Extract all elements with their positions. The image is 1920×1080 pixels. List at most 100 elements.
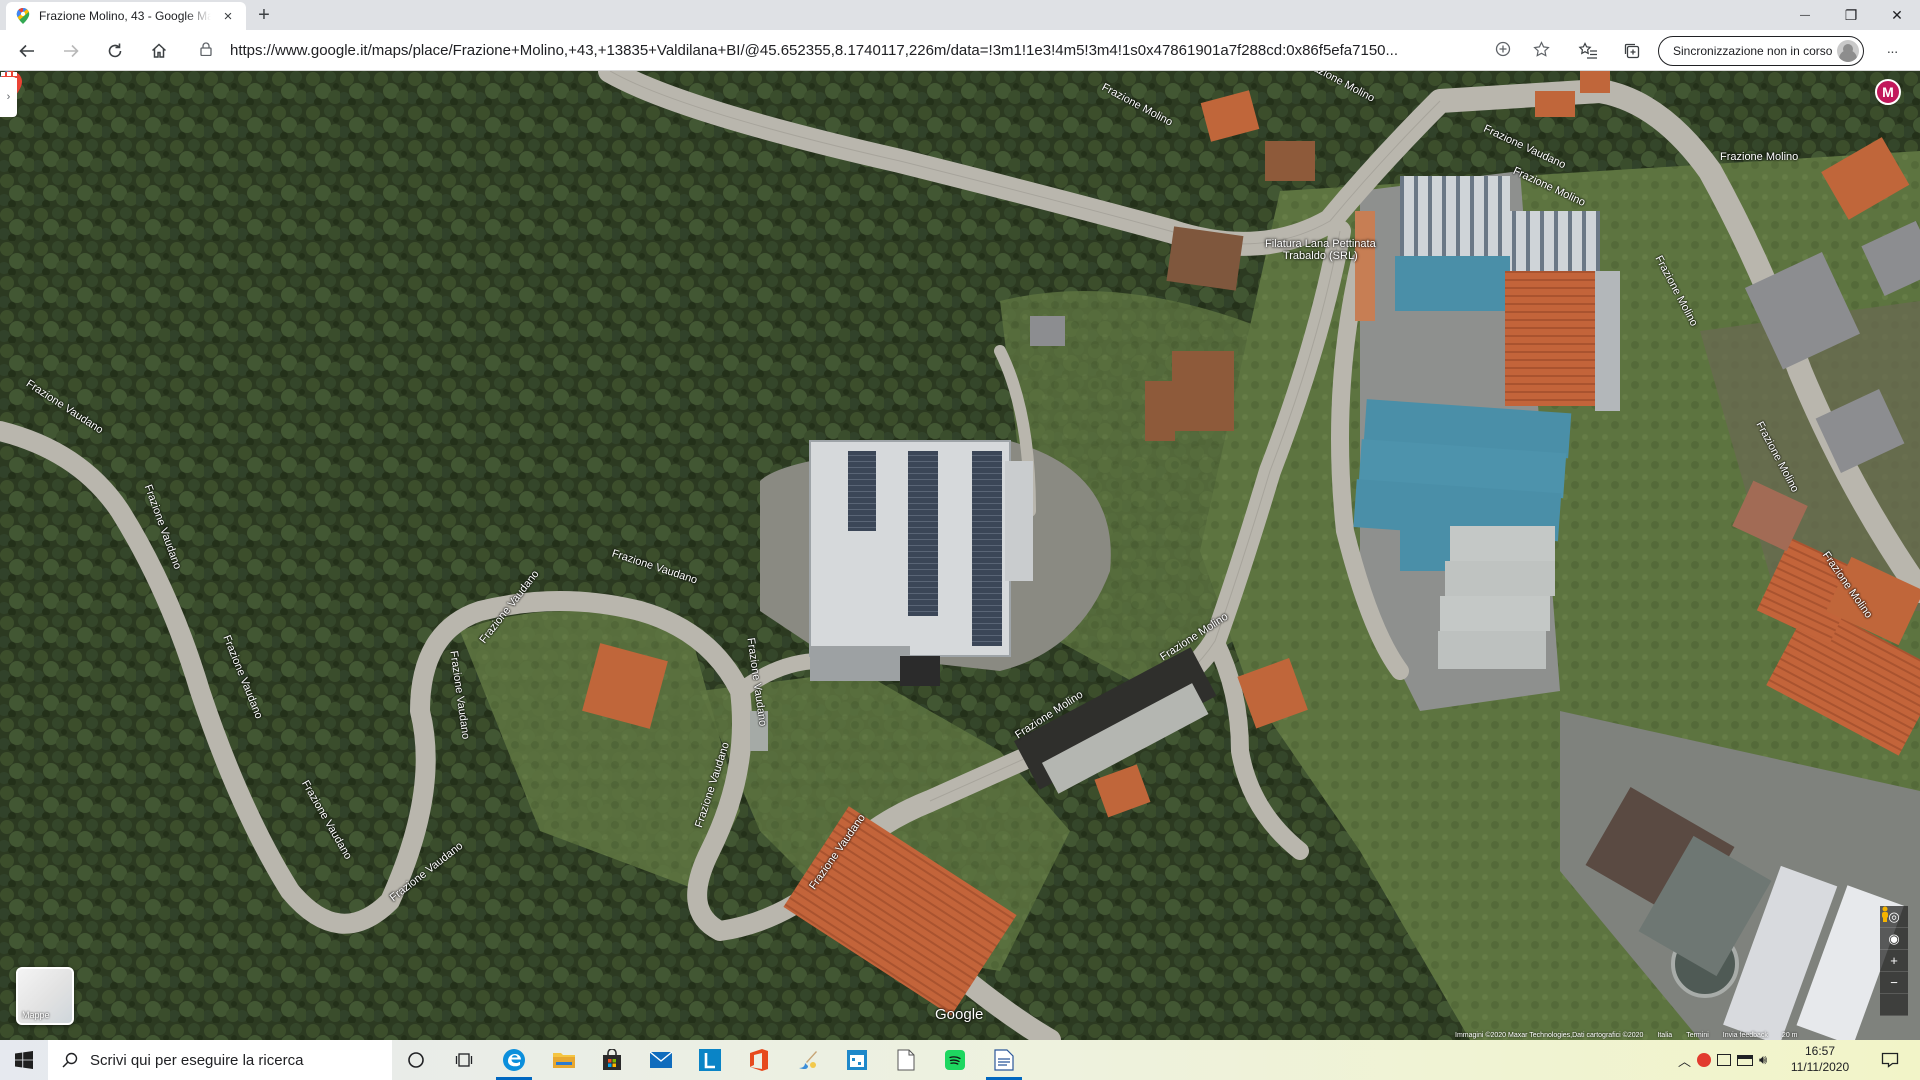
paint-icon (799, 1051, 817, 1070)
collections-icon (1624, 43, 1640, 59)
map-layers-button[interactable]: Mappe (16, 967, 74, 1025)
notification-icon (1881, 1052, 1899, 1068)
home-button[interactable] (144, 36, 174, 66)
windows-taskbar: Scrivi qui per eseguire la ricerca ︿ 🔊︎ … (0, 1040, 1920, 1080)
new-tab-button[interactable]: + (252, 4, 276, 28)
taskbar-spotify[interactable] (931, 1040, 979, 1080)
zoom-out-button[interactable]: − (1880, 972, 1908, 994)
taskbar-calendar-app[interactable] (833, 1040, 881, 1080)
taskbar-mail[interactable] (637, 1040, 685, 1080)
calendar-app-icon (847, 1050, 867, 1070)
taskbar-paint[interactable] (784, 1040, 832, 1080)
taskbar-edge[interactable] (490, 1040, 538, 1080)
task-view-button[interactable] (440, 1040, 488, 1080)
chevron-up-icon[interactable]: ︿ (1678, 1051, 1691, 1070)
pegman-icon (1882, 906, 1888, 922)
close-window-button[interactable]: ✕ (1874, 0, 1920, 30)
profile-avatar-icon (1837, 40, 1859, 62)
favorites-list-icon (1578, 42, 1597, 59)
mail-icon (649, 1051, 673, 1068)
search-icon (62, 1052, 78, 1068)
more-horizontal-icon: ··· (1886, 43, 1899, 59)
minimize-icon: — (1800, 9, 1810, 21)
taskbar-search[interactable]: Scrivi qui per eseguire la ricerca (48, 1040, 392, 1080)
clock-time: 16:57 (1804, 1044, 1836, 1058)
forward-button[interactable] (56, 36, 86, 66)
terms-link[interactable]: Termini (1686, 1032, 1709, 1040)
cortana-circle-icon (408, 1052, 424, 1068)
poi-label[interactable]: Filatura Lana Pettinata Trabaldo (SRL) (1265, 238, 1376, 262)
document-app-icon (994, 1049, 1014, 1071)
taskbar-word-document[interactable] (980, 1040, 1028, 1080)
poi-name-line2: Trabaldo (SRL) (1282, 250, 1358, 262)
start-button[interactable] (0, 1040, 48, 1080)
taskbar-l-app[interactable] (686, 1040, 734, 1080)
l-app-icon (699, 1049, 721, 1071)
taskbar-office[interactable] (735, 1040, 783, 1080)
my-location-icon: ◉ (1888, 930, 1900, 946)
scale-bar[interactable]: 20 m (1782, 1032, 1818, 1040)
taskbar-clock[interactable]: 16:57 11/11/2020 (1782, 1043, 1858, 1075)
layers-label: Mappe (22, 1010, 50, 1020)
road-label: Frazione Molino (1720, 151, 1799, 163)
taskbar-notepad[interactable] (882, 1040, 930, 1080)
restore-window-button[interactable]: ❐ (1828, 0, 1874, 30)
tab-google-maps[interactable]: Frazione Molino, 43 - Google Maps × (6, 2, 246, 30)
add-app-icon[interactable] (1492, 38, 1514, 60)
windows-logo-icon (15, 1051, 33, 1069)
store-bag-icon (603, 1049, 621, 1070)
system-tray: ︿ 🔊︎ (1678, 1040, 1767, 1080)
refresh-button[interactable] (100, 36, 130, 66)
satellite-imagery (0, 71, 1920, 1040)
taskbar-store[interactable] (588, 1040, 636, 1080)
my-location-button[interactable]: ◉ (1880, 928, 1908, 950)
restore-icon: ❐ (1844, 6, 1858, 23)
country-link[interactable]: Italia (1657, 1032, 1672, 1040)
account-initial: M (1882, 84, 1894, 100)
map-controls: ◎ ◉ + − (1880, 906, 1908, 1016)
taskbar-file-explorer[interactable] (540, 1040, 588, 1080)
spotify-icon (945, 1050, 965, 1070)
action-center-button[interactable] (1868, 1040, 1912, 1080)
lock-icon (200, 42, 222, 59)
edge-browser-icon (503, 1049, 525, 1071)
settings-more-button[interactable]: ··· (1877, 36, 1907, 66)
map-canvas[interactable]: Frazione Vaudano Frazione Vaudano Frazione… (0, 71, 1920, 1040)
task-view-icon (455, 1053, 473, 1067)
arrow-left-icon (19, 44, 34, 58)
account-avatar[interactable]: M (1875, 79, 1901, 105)
minimize-window-button[interactable]: — (1782, 0, 1828, 30)
volume-icon[interactable]: 🔊︎ (1759, 1052, 1767, 1068)
favorite-star-icon[interactable] (1530, 38, 1552, 60)
google-logo: Google (935, 1006, 984, 1023)
search-placeholder: Scrivi qui per eseguire la ricerca (90, 1051, 304, 1069)
antivirus-tray-icon[interactable] (1697, 1053, 1712, 1067)
url-text[interactable]: https://www.google.it/maps/place/Frazion… (222, 42, 1536, 59)
chevron-right-icon: › (6, 91, 11, 103)
google-maps-favicon-icon (16, 8, 30, 24)
close-icon: ✕ (1891, 6, 1903, 23)
address-bar[interactable]: https://www.google.it/maps/place/Frazion… (190, 35, 1536, 66)
compass-icon: ◎ (1888, 908, 1900, 924)
back-button[interactable] (12, 36, 42, 66)
minus-icon: − (1890, 975, 1898, 990)
folder-icon (553, 1053, 575, 1068)
street-view-pegman-button[interactable] (1880, 906, 1908, 1016)
favorites-button[interactable] (1573, 36, 1603, 66)
zoom-in-button[interactable]: + (1880, 950, 1908, 972)
collections-button[interactable] (1617, 36, 1647, 66)
feedback-link[interactable]: Invia feedback (1723, 1032, 1768, 1040)
refresh-icon (108, 43, 122, 58)
tab-close-icon[interactable]: × (220, 8, 236, 25)
cortana-button[interactable] (392, 1040, 440, 1080)
network-icon[interactable] (1737, 1054, 1754, 1066)
clock-date: 11/11/2020 (1790, 1060, 1850, 1074)
google-apps-icon[interactable] (0, 71, 18, 89)
update-tray-icon[interactable] (1717, 1054, 1732, 1066)
arrow-right-icon (64, 44, 79, 58)
plus-icon: + (1890, 953, 1898, 968)
sync-profile-button[interactable]: Sincronizzazione non in corso (1658, 36, 1864, 66)
poi-name-line1: Filatura Lana Pettinata (1265, 238, 1376, 250)
blank-document-icon (897, 1049, 915, 1071)
sync-status-label: Sincronizzazione non in corso (1673, 44, 1833, 58)
